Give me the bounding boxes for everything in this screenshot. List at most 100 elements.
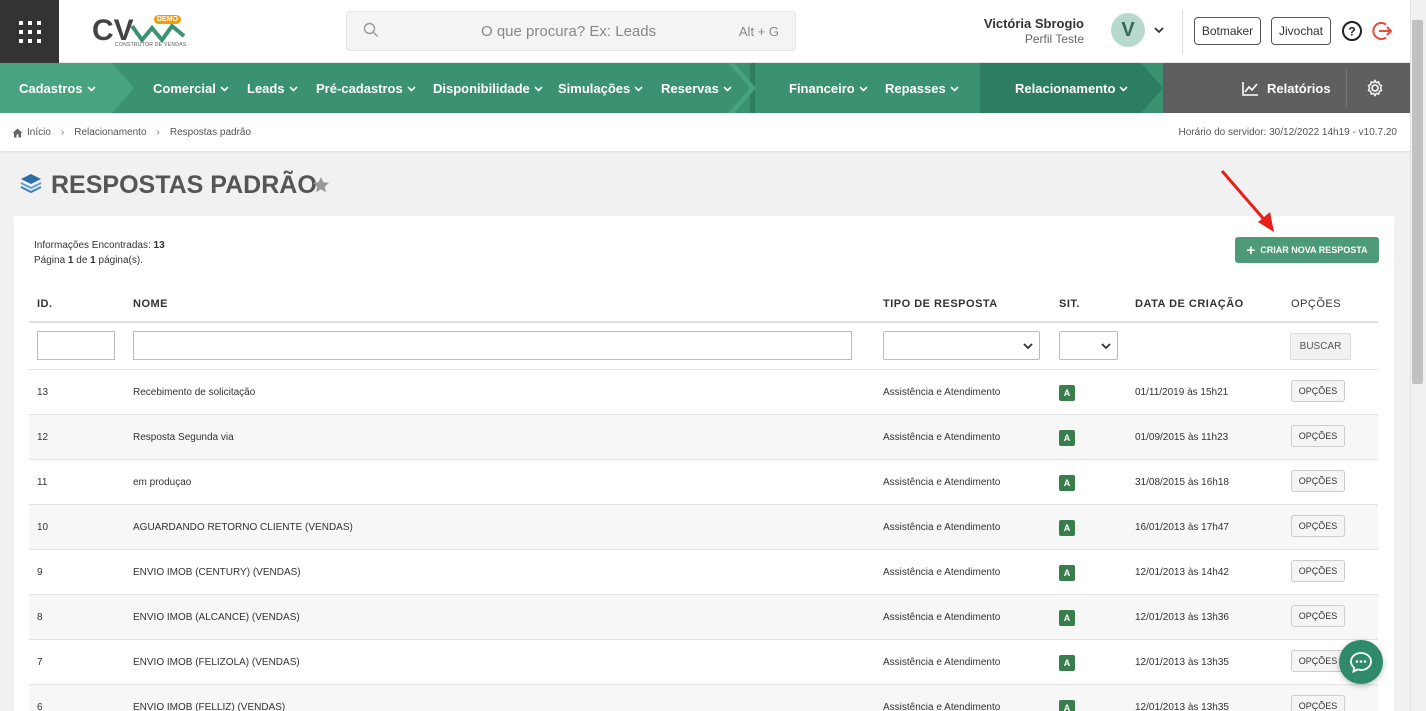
chevron-down-icon — [220, 85, 229, 92]
user-name[interactable]: Victória Sbrogio — [984, 16, 1084, 31]
col-data[interactable]: DATA DE CRIAÇÃO — [1135, 298, 1244, 310]
chevron-down-icon — [87, 85, 96, 92]
nav-repasses[interactable]: Repasses — [885, 63, 959, 113]
breadcrumb-bar: Início › Relacionamento › Respostas padr… — [0, 113, 1410, 151]
table-row: 7 ENVIO IMOB (FELIZOLA) (VENDAS) Assistê… — [29, 639, 1378, 684]
global-search[interactable]: O que procura? Ex: Leads Alt + G — [346, 11, 796, 51]
filter-id-input[interactable] — [37, 331, 115, 360]
options-button[interactable]: OPÇÕES — [1291, 650, 1345, 672]
status-badge: A — [1059, 610, 1075, 626]
table-row: 8 ENVIO IMOB (ALCANCE) (VENDAS) Assistên… — [29, 594, 1378, 639]
col-opcoes: OPÇÕES — [1291, 298, 1342, 310]
status-badge: A — [1059, 700, 1075, 711]
chevron-right-icon: › — [60, 127, 65, 138]
svg-text:?: ? — [1348, 25, 1355, 39]
scrollbar-thumb[interactable] — [1412, 20, 1423, 384]
chevron-down-icon — [950, 85, 959, 92]
chart-line-icon — [1242, 81, 1258, 96]
breadcrumb-home[interactable]: Início — [27, 127, 51, 138]
logout-icon[interactable] — [1372, 20, 1394, 42]
nav-leads[interactable]: Leads — [247, 63, 298, 113]
header-divider — [1182, 10, 1183, 54]
main-nav: Cadastros Comercial Leads Pré-cadastros … — [0, 63, 1410, 113]
chevron-down-icon — [1023, 343, 1033, 350]
logo-demo-badge: DEMO — [154, 15, 181, 24]
apps-menu-button[interactable] — [0, 0, 59, 63]
chevron-down-icon — [1119, 85, 1128, 92]
chat-button[interactable] — [1339, 640, 1383, 684]
table-row: 6 ENVIO IMOB (FELLIZ) (VENDAS) Assistênc… — [29, 684, 1378, 711]
col-tipo[interactable]: TIPO DE RESPOSTA — [883, 298, 998, 310]
nav-simulacoes[interactable]: Simulações — [558, 63, 643, 113]
top-header: CV DEMO CONSTRUTOR DE VENDAS O que procu… — [0, 0, 1410, 63]
chevron-down-icon — [407, 85, 416, 92]
options-button[interactable]: OPÇÕES — [1291, 380, 1345, 402]
breadcrumb-relacionamento[interactable]: Relacionamento — [74, 127, 146, 138]
options-button[interactable]: OPÇÕES — [1291, 515, 1345, 537]
create-response-button[interactable]: + CRIAR NOVA RESPOSTA — [1235, 237, 1379, 263]
options-button[interactable]: OPÇÕES — [1291, 425, 1345, 447]
chevron-down-icon — [289, 85, 298, 92]
table-row: 9 ENVIO IMOB (CENTURY) (VENDAS) Assistên… — [29, 549, 1378, 594]
annotation-arrow-icon — [1220, 170, 1274, 232]
options-button[interactable]: OPÇÕES — [1291, 695, 1345, 711]
user-profile: Perfil Teste — [1024, 32, 1084, 46]
nav-relacionamento[interactable]: Relacionamento — [1015, 63, 1128, 113]
nav-financeiro[interactable]: Financeiro — [789, 63, 868, 113]
nav-disponibilidade[interactable]: Disponibilidade — [433, 63, 543, 113]
chevron-down-icon — [534, 85, 543, 92]
nav-comercial[interactable]: Comercial — [153, 63, 229, 113]
table-row: 12 Resposta Segunda via Assistência e At… — [29, 414, 1378, 459]
col-id[interactable]: ID. — [37, 298, 53, 310]
table-head-divider — [29, 321, 1378, 323]
plus-icon: + — [1246, 241, 1256, 259]
breadcrumb: Início › Relacionamento › Respostas padr… — [12, 127, 251, 138]
search-button[interactable]: BUSCAR — [1290, 333, 1351, 360]
status-badge: A — [1059, 385, 1075, 401]
chevron-down-icon — [634, 85, 643, 92]
chevron-down-icon — [859, 85, 868, 92]
botmaker-button[interactable]: Botmaker — [1194, 17, 1261, 45]
results-info: Informações Encontradas: 13 Página 1 de … — [34, 240, 165, 266]
status-badge: A — [1059, 655, 1075, 671]
filter-name-input[interactable] — [133, 331, 852, 360]
avatar[interactable]: V — [1111, 13, 1145, 47]
options-button[interactable]: OPÇÕES — [1291, 605, 1345, 627]
col-nome[interactable]: NOME — [133, 298, 168, 310]
chevron-down-icon[interactable] — [1153, 24, 1165, 36]
logo-subtitle: CONSTRUTOR DE VENDAS — [115, 42, 187, 48]
help-icon[interactable]: ? — [1341, 20, 1363, 42]
breadcrumb-current: Respostas padrão — [169, 127, 252, 138]
messages-stack-icon — [20, 174, 42, 194]
chevron-right-icon: › — [156, 127, 160, 138]
table-row: 10 AGUARDANDO RETORNO CLIENTE (VENDAS) A… — [29, 504, 1378, 549]
nav-divider — [1346, 69, 1347, 107]
results-count: 13 — [153, 240, 165, 251]
chevron-down-icon — [723, 85, 732, 92]
nav-relatorios[interactable]: Relatórios — [1242, 63, 1331, 113]
filter-type-select[interactable] — [883, 331, 1040, 360]
search-placeholder: O que procura? Ex: Leads — [481, 23, 657, 40]
home-icon — [12, 128, 23, 137]
page-title: RESPOSTAS PADRÃO — [51, 171, 317, 199]
jivochat-button[interactable]: Jivochat — [1271, 17, 1331, 45]
table-row: 13 Recebimento de solicitação Assistênci… — [29, 369, 1378, 414]
filter-status-select[interactable] — [1059, 331, 1118, 360]
gear-icon[interactable] — [1366, 79, 1384, 97]
nav-reservas[interactable]: Reservas — [661, 63, 732, 113]
col-sit[interactable]: SIT. — [1059, 298, 1080, 310]
apps-grid-icon — [18, 20, 41, 43]
status-badge: A — [1059, 520, 1075, 536]
status-badge: A — [1059, 430, 1075, 446]
favorite-star-icon[interactable] — [312, 176, 330, 194]
server-time: Horário do servidor: 30/12/2022 14h19 - … — [1178, 127, 1397, 138]
status-badge: A — [1059, 475, 1075, 491]
options-button[interactable]: OPÇÕES — [1291, 470, 1345, 492]
table-row: 11 em produçao Assistência e Atendimento… — [29, 459, 1378, 504]
status-badge: A — [1059, 565, 1075, 581]
chevron-down-icon — [1101, 343, 1111, 350]
nav-pre-cadastros[interactable]: Pré-cadastros — [316, 63, 416, 113]
chat-bubble-icon — [1350, 652, 1372, 673]
nav-cadastros[interactable]: Cadastros — [19, 63, 96, 113]
options-button[interactable]: OPÇÕES — [1291, 560, 1345, 582]
